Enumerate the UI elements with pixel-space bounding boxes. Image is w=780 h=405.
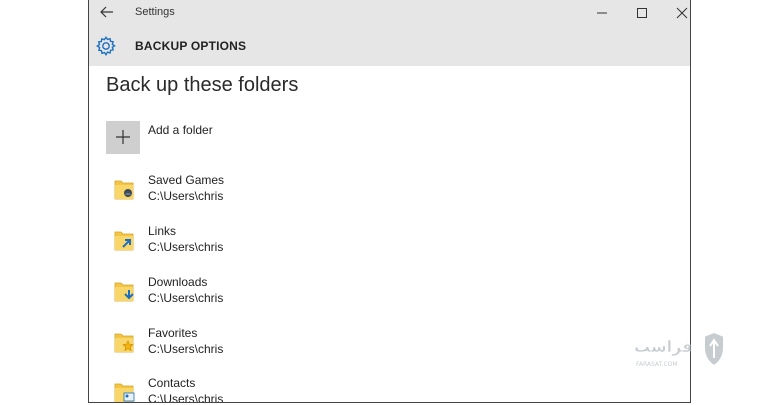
folder-item-saved-games[interactable]: Saved Games C:\Users\chris <box>89 173 690 217</box>
folder-item-favorites[interactable]: Favorites C:\Users\chris <box>89 326 690 370</box>
contacts-folder-icon <box>114 383 135 402</box>
close-icon <box>676 7 688 19</box>
folder-path: C:\Users\chris <box>148 291 224 305</box>
svg-text:FARASAT.COM: FARASAT.COM <box>636 361 678 368</box>
settings-window: Settings BACKUP OPTIONS Back up these fo… <box>88 0 691 403</box>
maximize-icon <box>637 8 647 18</box>
plus-icon <box>116 130 130 144</box>
folder-name: Contacts <box>148 376 196 390</box>
downloads-folder-icon <box>114 282 134 302</box>
saved-games-folder-icon <box>114 180 134 200</box>
back-button[interactable] <box>99 4 115 20</box>
links-folder-icon <box>114 231 134 251</box>
folder-name: Links <box>148 224 177 238</box>
folder-path: C:\Users\chris <box>148 189 224 203</box>
folder-path: C:\Users\chris <box>148 392 224 403</box>
title-bar: Settings <box>89 0 690 26</box>
back-arrow-icon <box>100 6 113 18</box>
minimize-icon <box>597 12 607 14</box>
page-title: BACKUP OPTIONS <box>135 39 247 53</box>
folder-item-links[interactable]: Links C:\Users\chris <box>89 224 690 268</box>
window-title: Settings <box>135 6 175 18</box>
page-header: BACKUP OPTIONS <box>89 26 690 66</box>
folder-name: Favorites <box>148 326 198 340</box>
watermark-logo: فراست FARASAT.COM <box>628 328 738 372</box>
svg-text:فراست: فراست <box>634 337 693 356</box>
add-folder-button[interactable] <box>106 121 140 154</box>
folder-path: C:\Users\chris <box>148 342 224 356</box>
maximize-button[interactable] <box>626 2 656 24</box>
close-button[interactable] <box>666 2 690 24</box>
gear-icon <box>96 36 116 57</box>
add-folder-label[interactable]: Add a folder <box>148 123 213 137</box>
folder-item-contacts[interactable]: Contacts C:\Users\chris <box>89 376 690 403</box>
folders-heading: Back up these folders <box>106 74 299 96</box>
favorites-folder-icon <box>114 333 134 353</box>
folder-path: C:\Users\chris <box>148 240 224 254</box>
folder-item-downloads[interactable]: Downloads C:\Users\chris <box>89 275 690 319</box>
folder-name: Downloads <box>148 275 208 289</box>
folder-name: Saved Games <box>148 173 225 187</box>
minimize-button[interactable] <box>586 2 616 24</box>
